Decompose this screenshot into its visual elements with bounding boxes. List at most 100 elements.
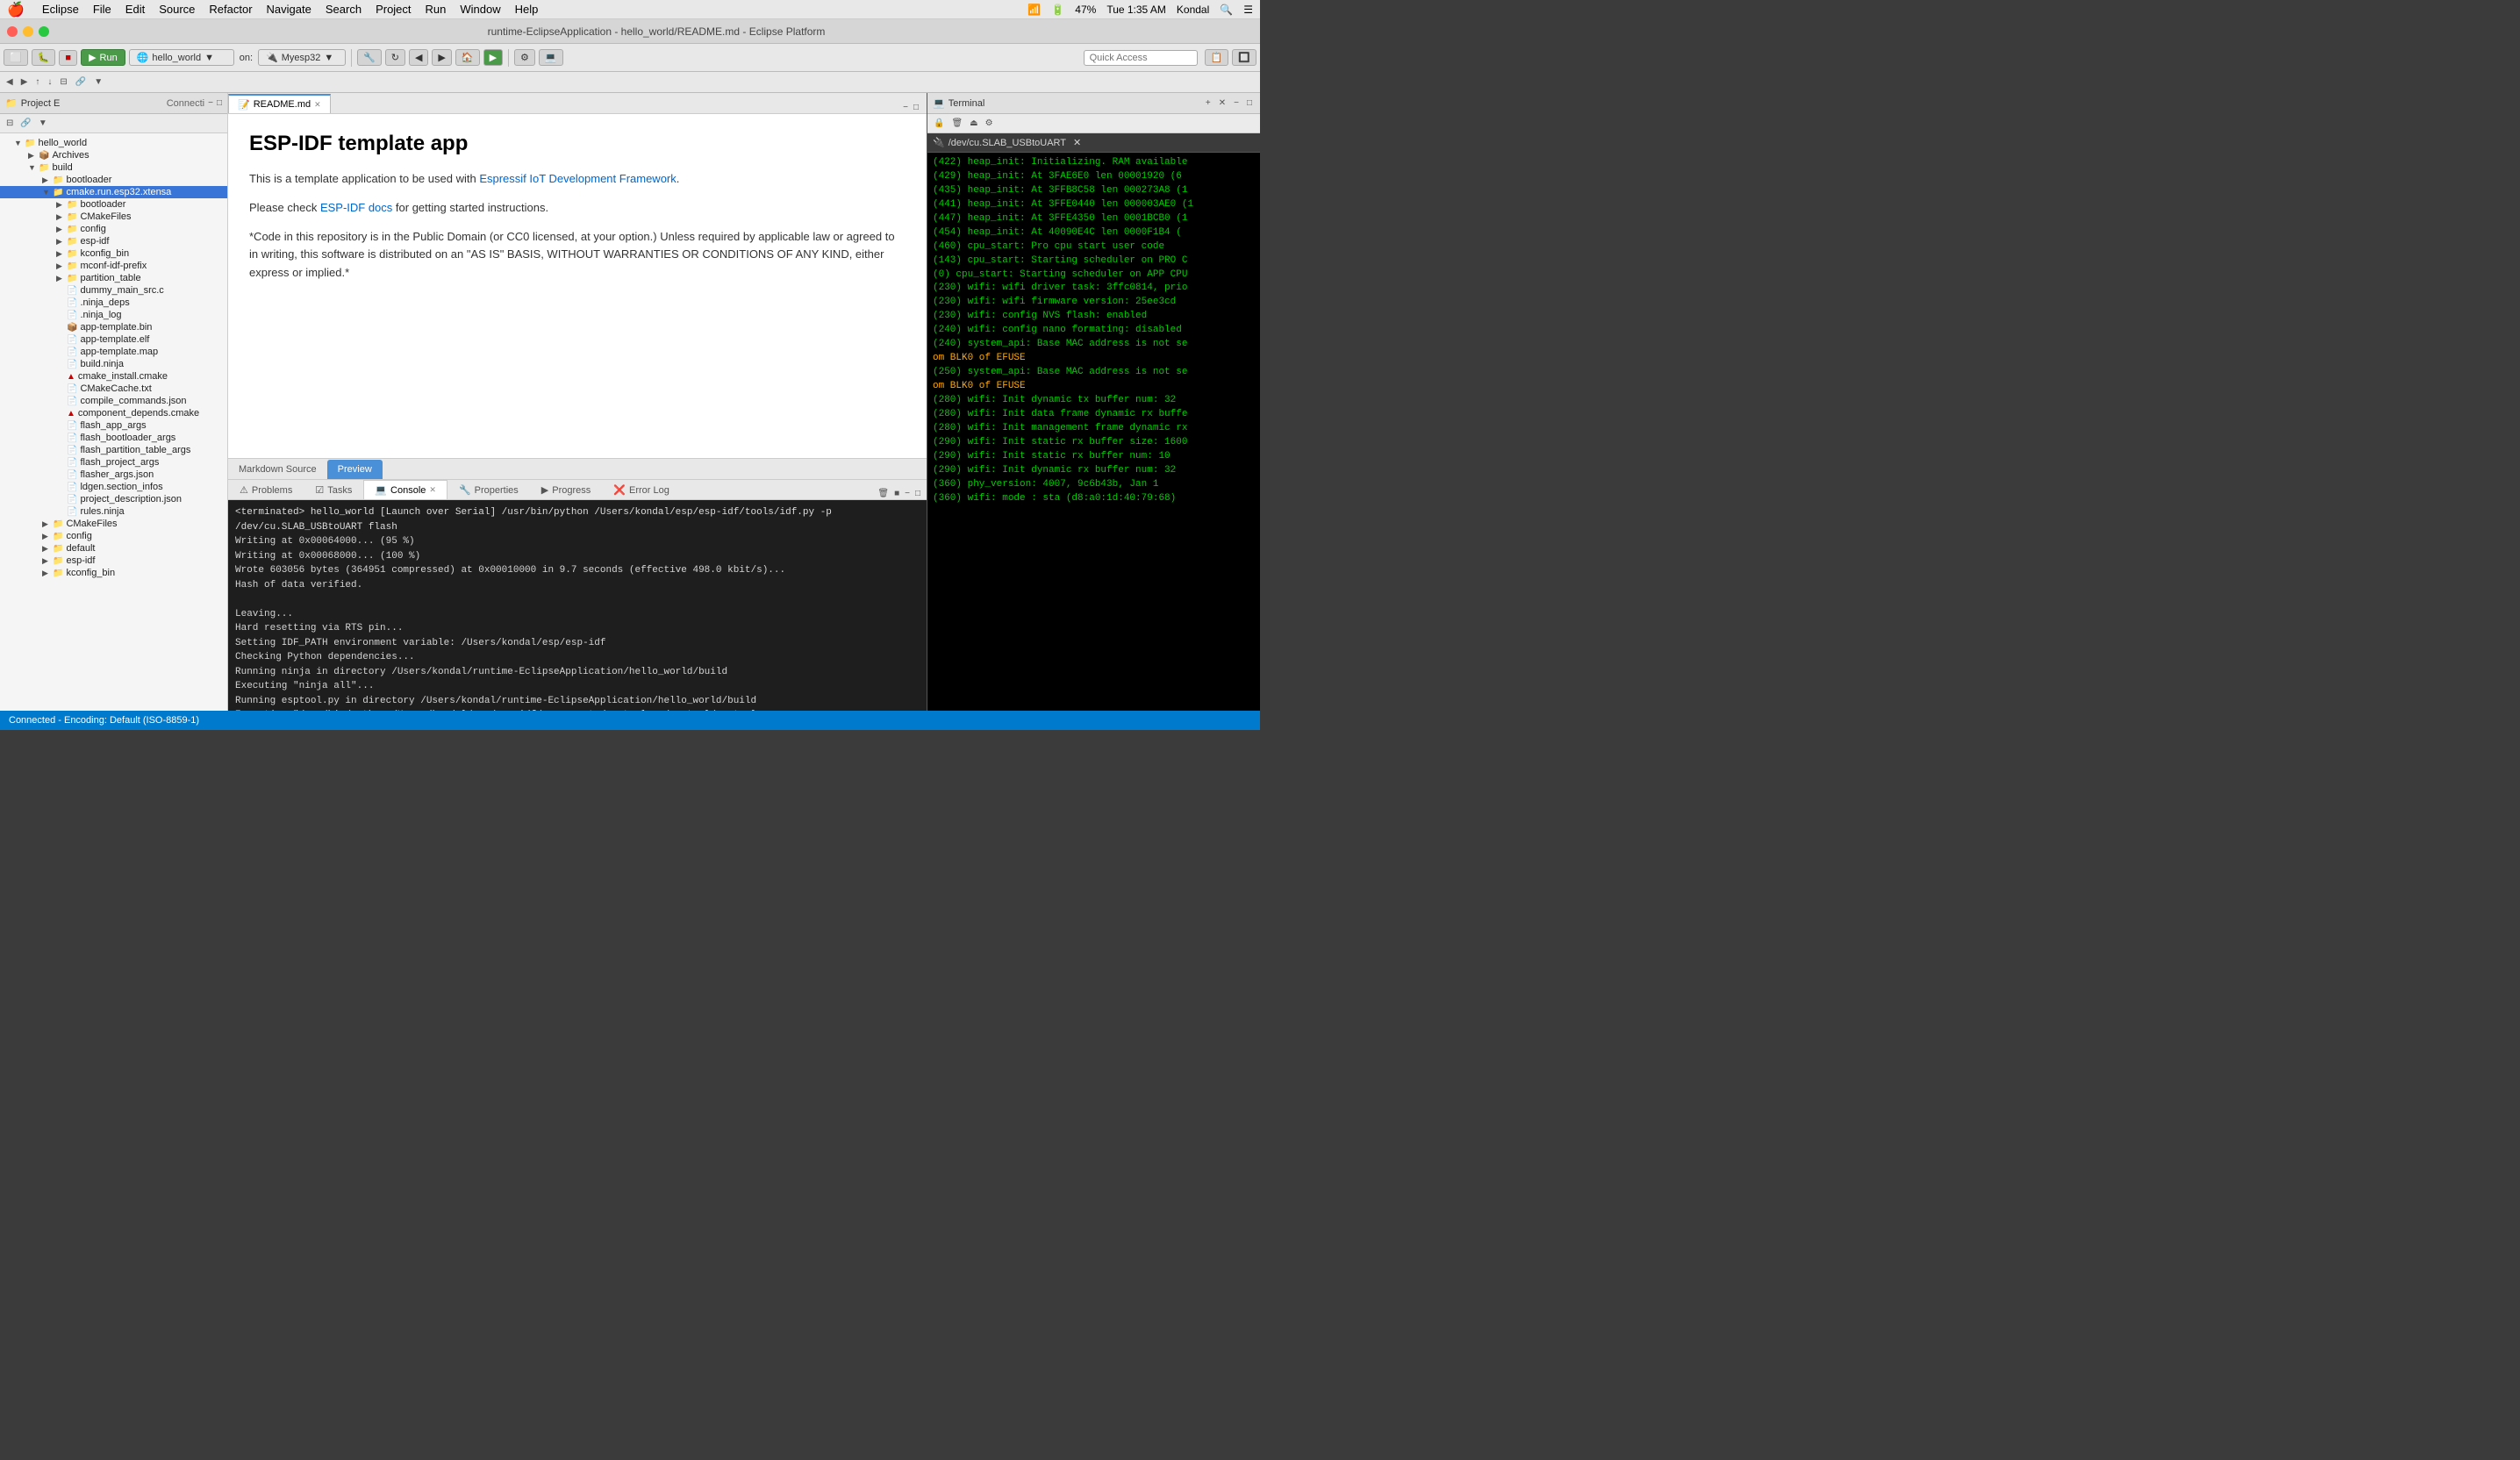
maximize-button[interactable] — [39, 26, 49, 37]
build-button[interactable]: 🔧 — [357, 49, 382, 66]
menu-eclipse[interactable]: Eclipse — [42, 3, 79, 16]
terminal-minimize[interactable]: − — [1231, 97, 1242, 109]
tree-item-kconfig2[interactable]: ▶ 📁 kconfig_bin — [0, 567, 227, 579]
tree-item-build[interactable]: ▼ 📁 build — [0, 161, 227, 174]
tab-readme[interactable]: 📝 README.md ✕ — [228, 94, 331, 113]
terminal-maximize[interactable]: □ — [1244, 97, 1255, 109]
tree-item-default[interactable]: ▶ 📁 default — [0, 542, 227, 555]
navigate-back[interactable]: ◀ — [409, 49, 428, 66]
tree-item-mconf[interactable]: ▶ 📁 mconf-idf-prefix — [0, 260, 227, 272]
tab-error-log[interactable]: ❌ Error Log — [602, 480, 681, 499]
navigate-fwd[interactable]: ▶ — [432, 49, 451, 66]
tab-markdown-source[interactable]: Markdown Source — [228, 460, 327, 479]
menu-run[interactable]: Run — [426, 3, 447, 16]
tree-item-bootloader2[interactable]: ▶ 📁 bootloader — [0, 198, 227, 211]
stop-button[interactable]: ■ — [59, 50, 77, 66]
terminal-close[interactable]: ✕ — [1216, 97, 1228, 109]
tree-item-config2[interactable]: ▶ 📁 config — [0, 530, 227, 542]
fwd-btn[interactable]: ▶ — [18, 76, 31, 88]
down-btn[interactable]: ↓ — [45, 76, 54, 88]
tree-item-app-elf[interactable]: ▶ 📄 app-template.elf — [0, 333, 227, 346]
espressif-link[interactable]: Espressif IoT Development Framework — [479, 172, 676, 185]
terminal-disconnect[interactable]: ⏏ — [967, 118, 980, 129]
collapse-all-btn[interactable]: ⊟ — [4, 118, 16, 129]
tree-item-cmakecache[interactable]: ▶ 📄 CMakeCache.txt — [0, 383, 227, 395]
menu-navigate[interactable]: Navigate — [267, 3, 311, 16]
collapse-btn[interactable]: ⊟ — [57, 76, 69, 88]
tree-item-rules-ninja[interactable]: ▶ 📄 rules.ninja — [0, 505, 227, 518]
close-button[interactable] — [7, 26, 18, 37]
panel-maximize[interactable]: □ — [217, 98, 222, 108]
flash-button[interactable]: ▶ — [483, 49, 503, 66]
tree-item-dummy-src[interactable]: ▶ 📄 dummy_main_src.c — [0, 284, 227, 297]
tree-item-build-ninja[interactable]: ▶ 📄 build.ninja — [0, 358, 227, 370]
tree-item-flash-bl-args[interactable]: ▶ 📄 flash_bootloader_args — [0, 432, 227, 444]
tree-item-ninja-deps[interactable]: ▶ 📄 .ninja_deps — [0, 297, 227, 309]
editor-minimize[interactable]: − — [900, 102, 911, 113]
tab-readme-close[interactable]: ✕ — [314, 100, 321, 110]
view-menu-btn[interactable]: ▼ — [36, 118, 50, 129]
preferences-button[interactable]: ⚙ — [514, 49, 535, 66]
refresh-button[interactable]: ↻ — [385, 49, 405, 66]
search-icon[interactable]: 🔍 — [1220, 4, 1233, 16]
editor-maximize[interactable]: □ — [911, 102, 921, 113]
tree-item-bootloader[interactable]: ▶ 📁 bootloader — [0, 174, 227, 186]
tree-item-ldgen[interactable]: ▶ 📄 ldgen.section_infos — [0, 481, 227, 493]
tree-item-cmakefiles[interactable]: ▶ 📁 CMakeFiles — [0, 211, 227, 223]
up-btn[interactable]: ↑ — [32, 76, 42, 88]
espidf-docs-link[interactable]: ESP-IDF docs — [320, 201, 392, 214]
menu-project[interactable]: Project — [376, 3, 411, 16]
menu-search[interactable]: Search — [326, 3, 362, 16]
perspectives-button[interactable]: 📋 — [1205, 49, 1229, 66]
menu-edit[interactable]: Edit — [125, 3, 145, 16]
terminal-settings[interactable]: ⚙ — [983, 118, 996, 129]
quick-access-input[interactable] — [1084, 50, 1198, 66]
tab-tasks[interactable]: ☑ Tasks — [304, 480, 363, 499]
link-btn[interactable]: 🔗 — [73, 76, 89, 88]
tree-item-config[interactable]: ▶ 📁 config — [0, 223, 227, 235]
tree-item-component-depends[interactable]: ▶ ▲ component_depends.cmake — [0, 407, 227, 419]
tree-item-app-map[interactable]: ▶ 📄 app-template.map — [0, 346, 227, 358]
tree-item-esp-idf[interactable]: ▶ 📁 esp-idf — [0, 235, 227, 247]
board-dropdown[interactable]: 🔌 Myesp32 ▼ — [258, 49, 346, 66]
console-minimize[interactable]: − — [902, 488, 913, 499]
tree-item-project-desc[interactable]: ▶ 📄 project_description.json — [0, 493, 227, 505]
console-tab-close[interactable]: ✕ — [429, 485, 436, 495]
tab-progress[interactable]: ▶ Progress — [530, 480, 603, 499]
tab-console[interactable]: 💻 Console ✕ — [363, 480, 447, 499]
tree-item-cmake-install[interactable]: ▶ ▲ cmake_install.cmake — [0, 370, 227, 383]
chevron-down-icon[interactable]: ▼ — [91, 76, 105, 88]
tree-item-flasher-args[interactable]: ▶ 📄 flasher_args.json — [0, 469, 227, 481]
tree-item-cmakefiles2[interactable]: ▶ 📁 CMakeFiles — [0, 518, 227, 530]
tree-item-cmake-run[interactable]: ▼ 📁 cmake.run.esp32.xtensa — [0, 186, 227, 198]
menu-window[interactable]: Window — [460, 3, 500, 16]
terminal-scroll-lock[interactable]: 🔒 — [931, 118, 947, 129]
tree-item-esp-idf2[interactable]: ▶ 📁 esp-idf — [0, 555, 227, 567]
menu-refactor[interactable]: Refactor — [209, 3, 252, 16]
tree-item-flash-app-args[interactable]: ▶ 📄 flash_app_args — [0, 419, 227, 432]
tree-item-kconfig[interactable]: ▶ 📁 kconfig_bin — [0, 247, 227, 260]
menu-help[interactable]: Help — [515, 3, 539, 16]
tree-item-partition[interactable]: ▶ 📁 partition_table — [0, 272, 227, 284]
project-dropdown[interactable]: 🌐 hello_world ▼ — [129, 49, 234, 66]
terminal-new[interactable]: + — [1203, 97, 1213, 109]
debug-button[interactable]: 🐛 — [32, 49, 56, 66]
console-maximize[interactable]: □ — [913, 488, 923, 499]
run-button[interactable]: ▶ Run — [81, 49, 125, 66]
terminal-clear-btn[interactable]: 🗑 — [949, 118, 965, 129]
console-stop[interactable]: ■ — [891, 488, 902, 499]
tree-item-compile-commands[interactable]: ▶ 📄 compile_commands.json — [0, 395, 227, 407]
minimize-button[interactable] — [23, 26, 33, 37]
tree-item-app-bin[interactable]: ▶ 📦 app-template.bin — [0, 321, 227, 333]
tab-preview[interactable]: Preview — [327, 460, 383, 479]
link-editor-btn[interactable]: 🔗 — [18, 118, 33, 129]
console-clear[interactable]: 🗑 — [875, 488, 891, 499]
panel-minimize[interactable]: − — [208, 98, 213, 108]
tree-item-hello-world[interactable]: ▼ 📁 hello_world — [0, 137, 227, 149]
tree-item-flash-project-args[interactable]: ▶ 📄 flash_project_args — [0, 456, 227, 469]
tab-problems[interactable]: ⚠ Problems — [228, 480, 304, 499]
list-icon[interactable]: ☰ — [1243, 4, 1253, 16]
device-close[interactable]: ✕ — [1073, 137, 1081, 148]
tree-item-flash-pt-args[interactable]: ▶ 📄 flash_partition_table_args — [0, 444, 227, 456]
tab-properties[interactable]: 🔧 Properties — [447, 480, 530, 499]
